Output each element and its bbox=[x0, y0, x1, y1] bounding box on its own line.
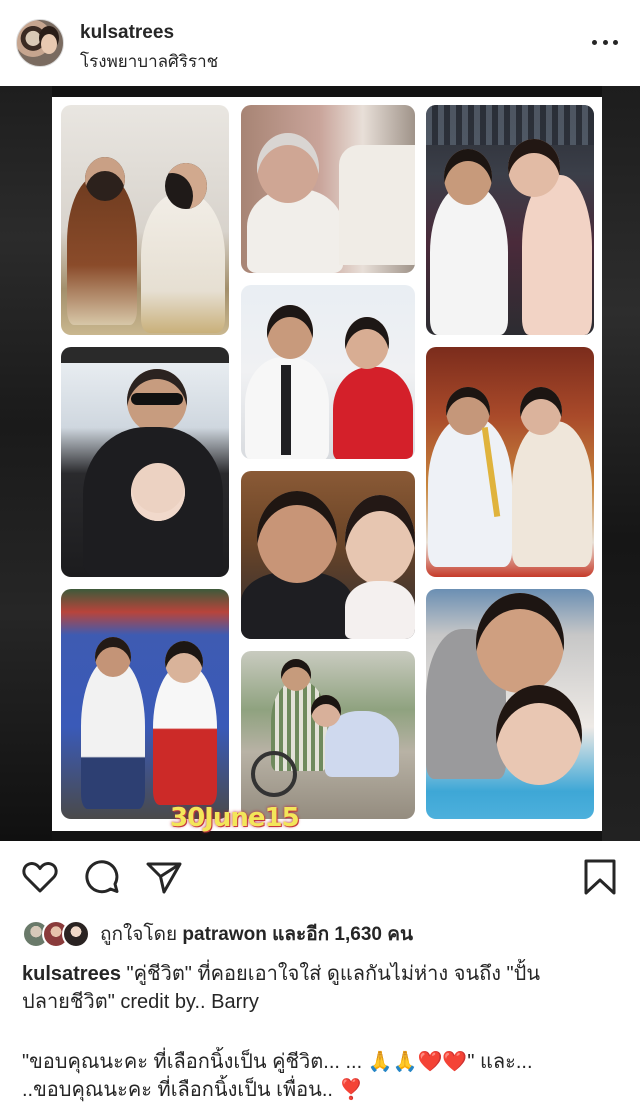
collage-photo-bicycle bbox=[241, 651, 415, 819]
post-caption: kulsatrees "คู่ชีวิต" ที่คอยเอาใจใส่ ดูแ… bbox=[22, 960, 622, 1104]
caption-line: ..ขอบคุณนะคะ ที่เลือกนิ้งเป็น เพื่อน.. ❣… bbox=[22, 1079, 364, 1101]
more-dot bbox=[613, 39, 618, 45]
likes-count[interactable]: 1,630 bbox=[334, 924, 382, 945]
heart-icon[interactable] bbox=[20, 857, 60, 897]
likes-connector: และอีก bbox=[272, 924, 330, 945]
likes-suffix: คน bbox=[387, 924, 413, 945]
post-username[interactable]: kulsatrees bbox=[80, 22, 174, 44]
photo-background bbox=[602, 86, 640, 841]
share-icon[interactable] bbox=[144, 857, 184, 897]
photo-date-overlay: 30June15 bbox=[170, 803, 300, 833]
collage-photo-temple bbox=[426, 347, 594, 577]
liker-avatar bbox=[62, 920, 90, 948]
post-photo[interactable]: 30June15 bbox=[0, 86, 640, 841]
caption-line: ปลายชีวิต" credit by.. Barry bbox=[22, 991, 259, 1013]
more-dot bbox=[592, 39, 597, 45]
collage-photo-elder bbox=[241, 105, 415, 273]
collage-photo-selfie bbox=[241, 471, 415, 639]
photo-collage: 30June15 bbox=[52, 97, 602, 833]
collage-photo-wedding bbox=[61, 105, 229, 335]
collage-photo-pilot bbox=[241, 285, 415, 459]
caption-line: "ขอบคุณนะคะ ที่เลือกนิ้งเป็น คู่ชีวิต...… bbox=[22, 1051, 533, 1073]
profile-avatar[interactable] bbox=[16, 19, 64, 67]
bookmark-icon[interactable] bbox=[580, 857, 620, 897]
liker-avatars bbox=[22, 919, 92, 949]
caption-text-1: "คู่ชีวิต" ที่คอยเอาใจใส่ ดูแลกันไม่ห่าง… bbox=[126, 963, 541, 985]
more-dot bbox=[602, 39, 608, 45]
likes-text: ถูกใจโดย patrawon และอีก 1,630 คน bbox=[100, 919, 413, 949]
more-icon[interactable] bbox=[592, 30, 618, 54]
post-location[interactable]: โรงพยาบาลศิริราช bbox=[80, 48, 218, 75]
liker-name[interactable]: patrawon bbox=[182, 924, 266, 945]
collage-photo-snow bbox=[61, 347, 229, 577]
photo-background bbox=[0, 86, 52, 841]
collage-photo-hospital bbox=[426, 589, 594, 819]
likes-prefix: ถูกใจโดย bbox=[100, 924, 178, 945]
post-header: kulsatrees โรงพยาบาลศิริราช bbox=[0, 0, 640, 86]
collage-photo-cockpit bbox=[426, 105, 594, 335]
likes-row[interactable]: ถูกใจโดย patrawon และอีก 1,630 คน bbox=[22, 917, 622, 951]
collage-photo-school bbox=[61, 589, 229, 819]
action-bar bbox=[0, 841, 640, 917]
caption-line: kulsatrees "คู่ชีวิต" ที่คอยเอาใจใส่ ดูแ… bbox=[22, 960, 622, 988]
comment-icon[interactable] bbox=[82, 857, 122, 897]
caption-username[interactable]: kulsatrees bbox=[22, 963, 121, 985]
